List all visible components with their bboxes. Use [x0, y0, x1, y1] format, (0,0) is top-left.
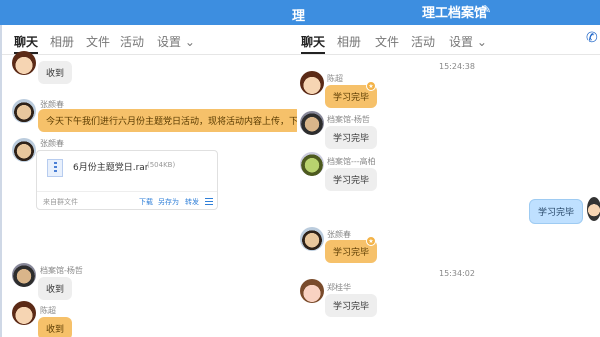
tab-settings[interactable]: 设置 ⌄ — [449, 33, 487, 50]
phone-icon[interactable]: ✆ — [586, 30, 598, 46]
avatar[interactable] — [300, 111, 324, 135]
sender-name: 陈超 — [327, 74, 343, 83]
badge-icon: ★ — [366, 236, 376, 246]
right-window-title: 理工档案馆 — [422, 6, 488, 21]
sender-name: 张颜春 — [327, 230, 351, 239]
message-bubble: 学习完毕 — [325, 168, 378, 191]
file-source: 来自群文件 — [43, 198, 78, 206]
file-card-footer: 来自群文件 下载 另存为 转发 — [37, 191, 217, 211]
avatar[interactable] — [12, 51, 36, 75]
sender-name: 张颜春 — [40, 139, 64, 148]
own-message-bubble: 学习完毕 — [529, 199, 584, 224]
forward-link[interactable]: 转发 — [185, 197, 199, 207]
more-menu-icon[interactable] — [205, 198, 213, 205]
edit-pencil-icon[interactable]: ✎ — [482, 3, 491, 16]
left-window-title: 理 — [292, 9, 306, 24]
file-card[interactable]: 6月份主题党日.rar (504KB) 来自群文件 下载 另存为 转发 — [36, 150, 218, 210]
screenshot-root: 理 理工档案馆 ✎ 聊天 相册 文件 活动 设置 ⌄ 收到 张颜春 今天下午我们… — [0, 0, 600, 337]
left-chat-panel: 聊天 相册 文件 活动 设置 ⌄ 收到 张颜春 今天下午我们进行六月份主题党日活… — [0, 25, 297, 337]
file-size: (504KB) — [147, 161, 176, 169]
tab-files[interactable]: 文件 — [375, 33, 399, 50]
download-link[interactable]: 下载 — [139, 197, 153, 207]
avatar[interactable] — [300, 227, 324, 251]
message-bubble: 收到 — [38, 277, 73, 300]
sender-name: 档案馆-杨哲 — [327, 115, 370, 124]
message-bubble: 今天下午我们进行六月份主题党日活动，现将活动内容上传，下午大家 — [38, 109, 297, 132]
avatar[interactable] — [300, 152, 324, 176]
active-tab-indicator — [301, 52, 325, 54]
avatar[interactable] — [12, 99, 36, 123]
avatar[interactable] — [587, 197, 600, 221]
tab-activity[interactable]: 活动 — [120, 33, 144, 50]
sender-name: 档案馆-杨哲 — [40, 266, 83, 275]
tab-chat[interactable]: 聊天 — [14, 33, 38, 50]
sender-name: 档案馆---高柏 — [327, 157, 376, 166]
save-as-link[interactable]: 另存为 — [158, 197, 179, 207]
avatar[interactable] — [300, 279, 324, 303]
timestamp: 15:24:38 — [439, 62, 475, 71]
timestamp: 15:34:02 — [439, 269, 475, 278]
tab-files[interactable]: 文件 — [86, 33, 110, 50]
sender-name: 陈超 — [40, 306, 56, 315]
tab-settings[interactable]: 设置 ⌄ — [157, 33, 195, 50]
avatar[interactable] — [300, 71, 324, 95]
avatar[interactable] — [12, 263, 36, 287]
sender-name: 郑桂华 — [327, 283, 351, 292]
zip-file-icon — [47, 159, 63, 177]
tab-activity[interactable]: 活动 — [411, 33, 435, 50]
tab-bar: 聊天 相册 文件 活动 设置 ⌄ — [2, 25, 297, 55]
tab-bar: 聊天 相册 文件 活动 设置 ⌄ ✆ — [297, 25, 600, 55]
message-bubble: 收到 — [38, 61, 73, 84]
tab-album[interactable]: 相册 — [50, 33, 74, 50]
message-bubble: 学习完毕 — [325, 126, 378, 149]
badge-icon: ★ — [366, 81, 376, 91]
avatar[interactable] — [12, 138, 36, 162]
tab-chat[interactable]: 聊天 — [301, 33, 325, 50]
message-bubble: 学习完毕 — [325, 294, 378, 317]
tab-album[interactable]: 相册 — [337, 33, 361, 50]
avatar[interactable] — [12, 301, 36, 325]
file-name[interactable]: 6月份主题党日.rar — [73, 160, 149, 173]
title-bar: 理 理工档案馆 ✎ — [0, 0, 600, 25]
message-bubble: 收到 — [38, 317, 73, 337]
right-chat-panel: 聊天 相册 文件 活动 设置 ⌄ ✆ 15:24:38 陈超 学习完毕 ★ 档案… — [297, 25, 600, 337]
